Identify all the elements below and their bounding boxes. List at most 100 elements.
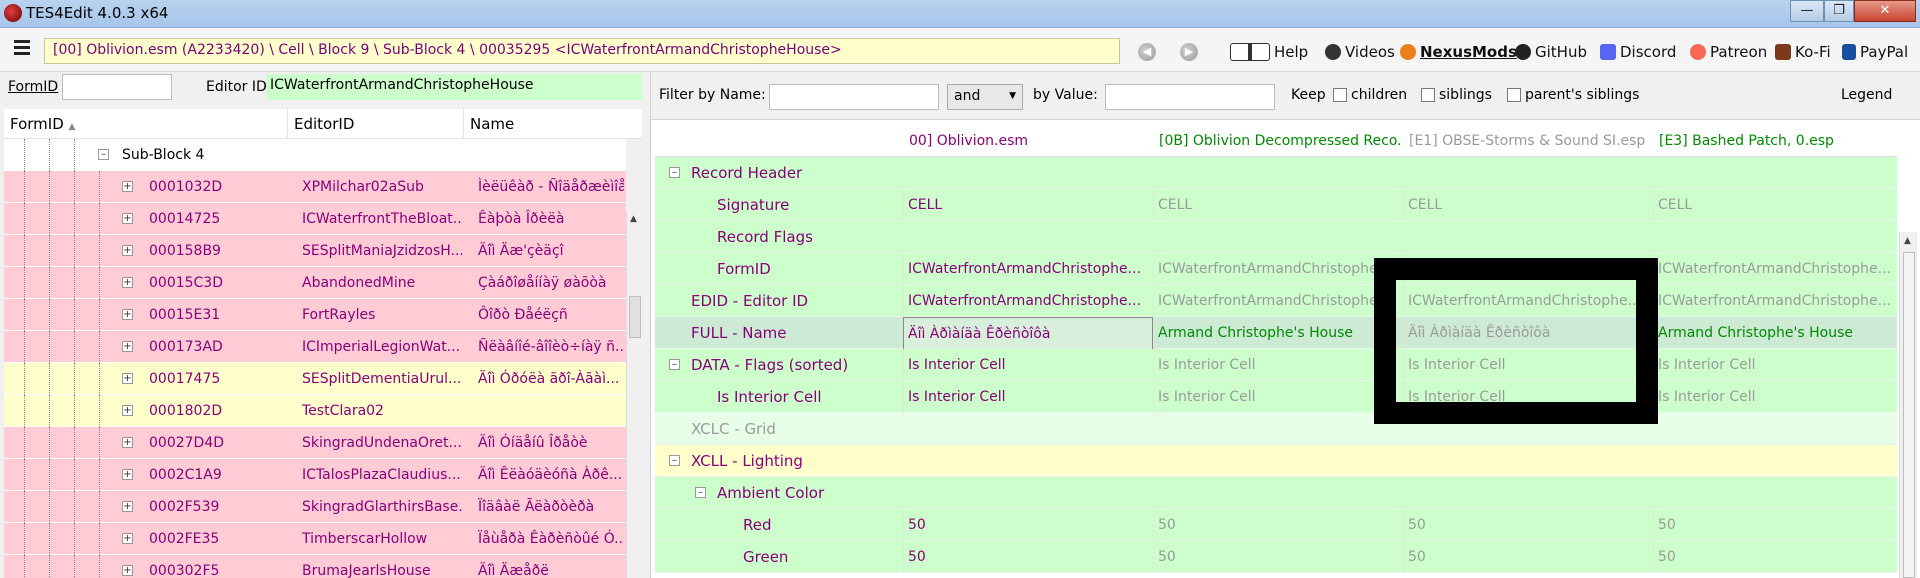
paypal-link[interactable]: PayPal xyxy=(1842,43,1908,61)
col-plugin-0[interactable]: 00] Oblivion.esm xyxy=(903,125,1153,157)
expand-icon[interactable]: + xyxy=(122,501,133,512)
value-cell[interactable]: 50 xyxy=(1653,509,1897,541)
value-cell[interactable]: 50 xyxy=(903,541,1153,573)
menu-icon[interactable] xyxy=(14,40,30,58)
help-link[interactable]: Help xyxy=(1230,43,1308,61)
collapse-icon[interactable]: – xyxy=(669,167,680,178)
value-cell[interactable]: CELL xyxy=(1403,189,1653,221)
expand-icon[interactable]: + xyxy=(122,469,133,480)
value-cell[interactable]: Is Interior Cell xyxy=(1153,349,1403,381)
value-cell[interactable]: 50 xyxy=(1403,541,1653,573)
kofi-link[interactable]: Ko-Fi xyxy=(1775,43,1831,61)
scroll-up-icon[interactable]: ▲ xyxy=(1904,236,1911,246)
value-cell[interactable]: CELL xyxy=(1153,189,1403,221)
children-checkbox[interactable] xyxy=(1333,88,1347,102)
expand-icon[interactable]: + xyxy=(122,405,133,416)
tree-row[interactable]: +00017475 SESplitDementiaUrul... Äîì Óðóëà… xyxy=(4,363,626,395)
value-cell[interactable]: 50 xyxy=(1153,541,1403,573)
and-or-select[interactable]: and ▼ xyxy=(947,84,1023,110)
expand-icon[interactable]: + xyxy=(122,341,133,352)
legend-button[interactable]: Legend xyxy=(1841,87,1892,103)
siblings-checkbox[interactable] xyxy=(1421,88,1435,102)
tree-row[interactable]: +000173AD ICImperialLegionWat... Ñëàâíîé-â… xyxy=(4,331,626,363)
expand-icon[interactable]: + xyxy=(122,373,133,384)
close-button[interactable]: ✕ xyxy=(1854,0,1916,22)
value-cell[interactable]: Is Interior Cell xyxy=(1653,349,1897,381)
grid-row[interactable]: FULL - Name Äîì Àðìàíäà Êðèñòîôà Armand Ch… xyxy=(655,317,1897,351)
expand-icon[interactable]: + xyxy=(122,245,133,256)
tree-row[interactable]: +000302F5 BrumaJearlsHouse Äîì Äæåðë xyxy=(4,555,626,578)
tree-row[interactable]: +00014725 ICWaterfrontTheBloat... Êàþòà Îð… xyxy=(4,203,626,235)
collapse-icon[interactable]: – xyxy=(669,359,680,370)
discord-link[interactable]: Discord xyxy=(1600,43,1676,61)
expand-icon[interactable]: + xyxy=(122,565,133,576)
grid-row[interactable]: FormID ICWaterfrontArmandChristophe... ICW… xyxy=(655,253,1897,285)
value-cell[interactable]: Is Interior Cell xyxy=(1153,381,1403,413)
grid-row[interactable]: Signature CELL CELL CELL CELL xyxy=(655,189,1897,221)
tree-row[interactable]: +0001802D TestClara02 xyxy=(4,395,626,427)
tree-row[interactable]: +0001032D XPMilchar02aSub Ìèëüêàð - Ñîäåðæ… xyxy=(4,171,626,203)
patreon-link[interactable]: Patreon xyxy=(1690,43,1767,61)
tree-row[interactable]: +000158B9 SESplitManiaJzidzosH... Äîì Äæ'ç… xyxy=(4,235,626,267)
scroll-thumb[interactable] xyxy=(1903,252,1915,578)
formid-input[interactable] xyxy=(62,74,172,100)
value-cell[interactable]: Is Interior Cell xyxy=(1653,381,1897,413)
value-cell[interactable]: Äîì Àðìàíäà Êðèñòîôà xyxy=(903,317,1153,351)
collapse-icon[interactable]: – xyxy=(695,487,706,498)
tree-row[interactable]: +0002C1A9 ICTalosPlazaClaudius... Äîì Êëàó… xyxy=(4,459,626,491)
tree-row[interactable]: +00015C3D AbandonedMine Çàáðîøåííàÿ øàõòà xyxy=(4,267,626,299)
value-cell[interactable]: 50 xyxy=(903,509,1153,541)
maximize-button[interactable]: ❐ xyxy=(1824,0,1854,22)
grid-row[interactable]: – DATA - Flags (sorted) Is Interior Cell Is… xyxy=(655,349,1897,381)
col-name[interactable]: Name xyxy=(464,109,642,139)
value-cell[interactable]: ICWaterfrontArmandChristophe... xyxy=(1153,285,1403,317)
value-cell[interactable]: CELL xyxy=(1653,189,1897,221)
minimize-button[interactable]: — xyxy=(1790,0,1824,22)
expand-icon[interactable]: + xyxy=(122,533,133,544)
tree-node-sub-block[interactable]: – Sub-Block 4 xyxy=(4,139,626,171)
github-link[interactable]: GitHub xyxy=(1515,43,1587,61)
grid-row[interactable]: XCLC - Grid xyxy=(655,413,1897,445)
grid-row[interactable]: – Record Header xyxy=(655,157,1897,189)
value-cell[interactable]: ICWaterfrontArmandChristophe... xyxy=(903,253,1153,285)
value-cell[interactable]: 50 xyxy=(1653,541,1897,573)
filter-name-input[interactable] xyxy=(769,84,939,110)
value-cell[interactable]: 50 xyxy=(1403,509,1653,541)
grid-row[interactable]: – Ambient Color xyxy=(655,477,1897,509)
tree-row[interactable]: +00027D4D SkingradUndenaOret... Äîì Óíäåíû… xyxy=(4,427,626,459)
tree-row[interactable]: +00015E31 FortRayles Ôîðò Ðåéëçñ xyxy=(4,299,626,331)
tree-row[interactable]: +0002F539 SkingradGlarthirsBase... Ïîäâàë … xyxy=(4,491,626,523)
value-cell[interactable]: CELL xyxy=(903,189,1153,221)
grid-row[interactable]: – XCLL - Lighting xyxy=(655,445,1897,477)
col-formid[interactable]: FormID ▲ xyxy=(4,109,288,139)
expand-icon[interactable]: + xyxy=(122,277,133,288)
tree-row[interactable]: +0002FE35 TimberscarHollow Ïåùåðà Êàðèñòûé… xyxy=(4,523,626,555)
col-plugin-3[interactable]: [E3] Bashed Patch, 0.esp xyxy=(1653,125,1897,157)
value-cell[interactable]: ICWaterfrontArmandChristophe... xyxy=(1653,253,1897,285)
filter-value-input[interactable] xyxy=(1105,84,1275,110)
collapse-icon[interactable]: – xyxy=(98,149,109,160)
forward-icon[interactable]: ▶ xyxy=(1180,43,1198,61)
col-editorid[interactable]: EditorID xyxy=(288,109,464,139)
value-cell[interactable]: Is Interior Cell xyxy=(903,349,1153,381)
value-cell[interactable]: ICWaterfrontArmandChristophe... xyxy=(1653,285,1897,317)
back-icon[interactable]: ◀ xyxy=(1138,43,1156,61)
grid-row[interactable]: Is Interior Cell Is Interior Cell Is Inter… xyxy=(655,381,1897,413)
grid-row[interactable]: Record Flags xyxy=(655,221,1897,253)
col-plugin-1[interactable]: [0B] Oblivion Decompressed Reco... xyxy=(1153,125,1403,157)
scroll-thumb[interactable] xyxy=(629,296,641,338)
value-cell[interactable]: ICWaterfrontArmandChristophe... xyxy=(1153,253,1403,285)
expand-icon[interactable]: + xyxy=(122,309,133,320)
grid-row[interactable]: Red 50 50 50 50 xyxy=(655,509,1897,541)
col-plugin-2[interactable]: [E1] OBSE-Storms & Sound SI.esp xyxy=(1403,125,1653,157)
expand-icon[interactable]: + xyxy=(122,181,133,192)
expand-icon[interactable]: + xyxy=(122,213,133,224)
nexusmods-link[interactable]: NexusMods xyxy=(1400,43,1517,61)
scroll-up-icon[interactable]: ▲ xyxy=(630,214,637,224)
value-cell[interactable]: Armand Christophe's House xyxy=(1653,317,1897,349)
expand-icon[interactable]: + xyxy=(122,437,133,448)
value-cell[interactable]: ICWaterfrontArmandChristophe... xyxy=(903,285,1153,317)
grid-row[interactable]: EDID - Editor ID ICWaterfrontArmandChrist… xyxy=(655,285,1897,317)
parents-siblings-checkbox[interactable] xyxy=(1507,88,1521,102)
value-cell[interactable]: Is Interior Cell xyxy=(903,381,1153,413)
